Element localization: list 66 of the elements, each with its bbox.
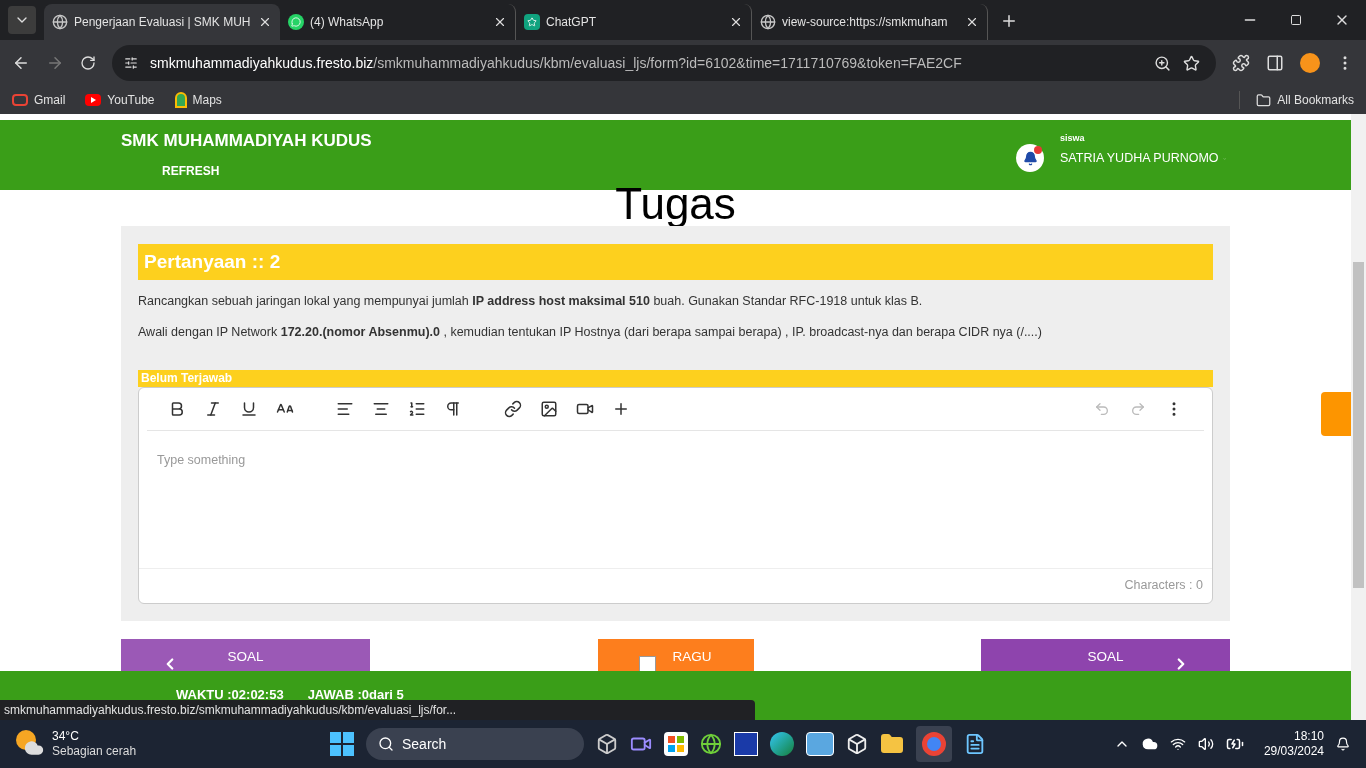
answer-status: Belum Terjawab bbox=[138, 369, 1213, 387]
tab-search-button[interactable] bbox=[8, 6, 36, 34]
side-tab-handle[interactable] bbox=[1321, 392, 1351, 436]
bookmark-link[interactable]: YouTube bbox=[85, 91, 155, 109]
restore-icon[interactable] bbox=[1290, 14, 1302, 26]
globe-icon bbox=[52, 14, 68, 30]
map-pin-icon bbox=[174, 92, 187, 108]
globe-icon bbox=[760, 14, 776, 30]
question-text: Rancangkan sebuah jaringan lokal yang mempunyai jumlah IP address host maksimal 510 buah. Gunakan Standar RFC-1918 untuk klas B. bbox=[138, 293, 924, 310]
all-bookmarks-link[interactable]: All Bookmarks bbox=[1239, 91, 1354, 109]
bookmark-link[interactable]: Gmail bbox=[12, 91, 66, 109]
user-role: siswa bbox=[1060, 131, 1086, 145]
tab-title: ChatGPT bbox=[546, 14, 597, 31]
cube-icon[interactable] bbox=[846, 733, 868, 755]
wifi-icon[interactable] bbox=[1169, 736, 1186, 752]
close-icon[interactable] bbox=[729, 15, 743, 29]
tab-title: (4) WhatsApp bbox=[310, 14, 385, 31]
envelope-icon bbox=[12, 94, 28, 106]
chat-bubble-icon bbox=[288, 14, 304, 30]
character-count: Characters : 0 bbox=[1123, 577, 1204, 595]
browser-tab[interactable]: Pengerjaan Evaluasi | SMK MUH bbox=[44, 4, 280, 40]
cloud-icon[interactable] bbox=[1141, 736, 1158, 752]
task-view-icon[interactable] bbox=[596, 733, 618, 755]
bookmark-link[interactable]: Maps bbox=[174, 91, 222, 109]
weather-text: Sebagian cerah bbox=[52, 744, 137, 759]
tab-title: view-source:https://smkmuham bbox=[782, 14, 949, 31]
play-icon bbox=[85, 94, 102, 106]
extensions-icon[interactable] bbox=[1232, 54, 1250, 72]
site-info-icon[interactable] bbox=[124, 56, 138, 70]
temperature: 34°C bbox=[52, 729, 80, 744]
reload-icon[interactable] bbox=[80, 55, 96, 71]
answer-field[interactable]: Type something bbox=[139, 430, 1212, 568]
zoom-icon[interactable] bbox=[1154, 54, 1171, 72]
new-tab-icon[interactable] bbox=[1000, 12, 1018, 30]
weather-icon[interactable] bbox=[16, 730, 44, 758]
forward-icon[interactable] bbox=[46, 54, 64, 72]
clock-time: 18:10 bbox=[1293, 729, 1324, 744]
start-icon[interactable] bbox=[330, 732, 354, 756]
back-icon[interactable] bbox=[12, 54, 30, 72]
url-text: smkmuhammadiyahkudus.fresto.biz/smkmuhammadiyahkudus/kbm/evaluasi_ljs/form?id=6102&time=1711710769&token=FAE2CF bbox=[150, 53, 962, 73]
question-title: Pertanyaan :: 2 bbox=[138, 244, 1213, 280]
page-heading: Tugas bbox=[615, 182, 736, 226]
notification-icon[interactable] bbox=[1016, 144, 1044, 172]
taskbar-search-field[interactable]: Search bbox=[366, 728, 584, 760]
address-bar[interactable]: smkmuhammadiyahkudus.fresto.biz/smkmuhammadiyahkudus/kbm/evaluasi_ljs/form?id=6102&time=1711710769&token=FAE2CF bbox=[112, 45, 1216, 81]
globe-icon[interactable] bbox=[700, 733, 722, 755]
folder-icon bbox=[1256, 92, 1272, 108]
bookmark-star-icon[interactable] bbox=[1183, 54, 1200, 72]
next-question-button[interactable]: SOAL bbox=[981, 638, 1230, 671]
side-panel-icon[interactable] bbox=[1266, 54, 1284, 72]
question-text: Awali dengan IP Network 172.20.(nomor Absenmu).0 , kemudian tentukan IP Hostnya (dari berapa sampai berapa) , IP. broadcast-nya dan berapa CIDR nya (/....) bbox=[138, 323, 1043, 341]
store-icon[interactable] bbox=[664, 732, 688, 756]
scrollbar[interactable] bbox=[1351, 114, 1366, 720]
close-icon[interactable] bbox=[493, 15, 507, 29]
status-url-tooltip: smkmuhammadiyahkudus.fresto.biz/smkmuhammadiyahkudus/kbm/evaluasi_ljs/for... bbox=[0, 700, 755, 720]
tab-title: Pengerjaan Evaluasi | SMK MUH bbox=[74, 14, 252, 31]
clock-date: 29/03/2024 bbox=[1263, 744, 1324, 759]
close-icon[interactable] bbox=[258, 15, 272, 29]
volume-icon[interactable] bbox=[1197, 736, 1214, 752]
search-icon bbox=[378, 736, 394, 752]
previous-question-button[interactable]: SOAL bbox=[121, 638, 370, 671]
close-icon[interactable] bbox=[965, 15, 979, 29]
folder-icon[interactable] bbox=[880, 732, 904, 756]
notepad-icon[interactable] bbox=[964, 733, 986, 755]
notification-bell-icon[interactable] bbox=[1336, 737, 1350, 751]
coin-icon[interactable] bbox=[1300, 53, 1320, 73]
